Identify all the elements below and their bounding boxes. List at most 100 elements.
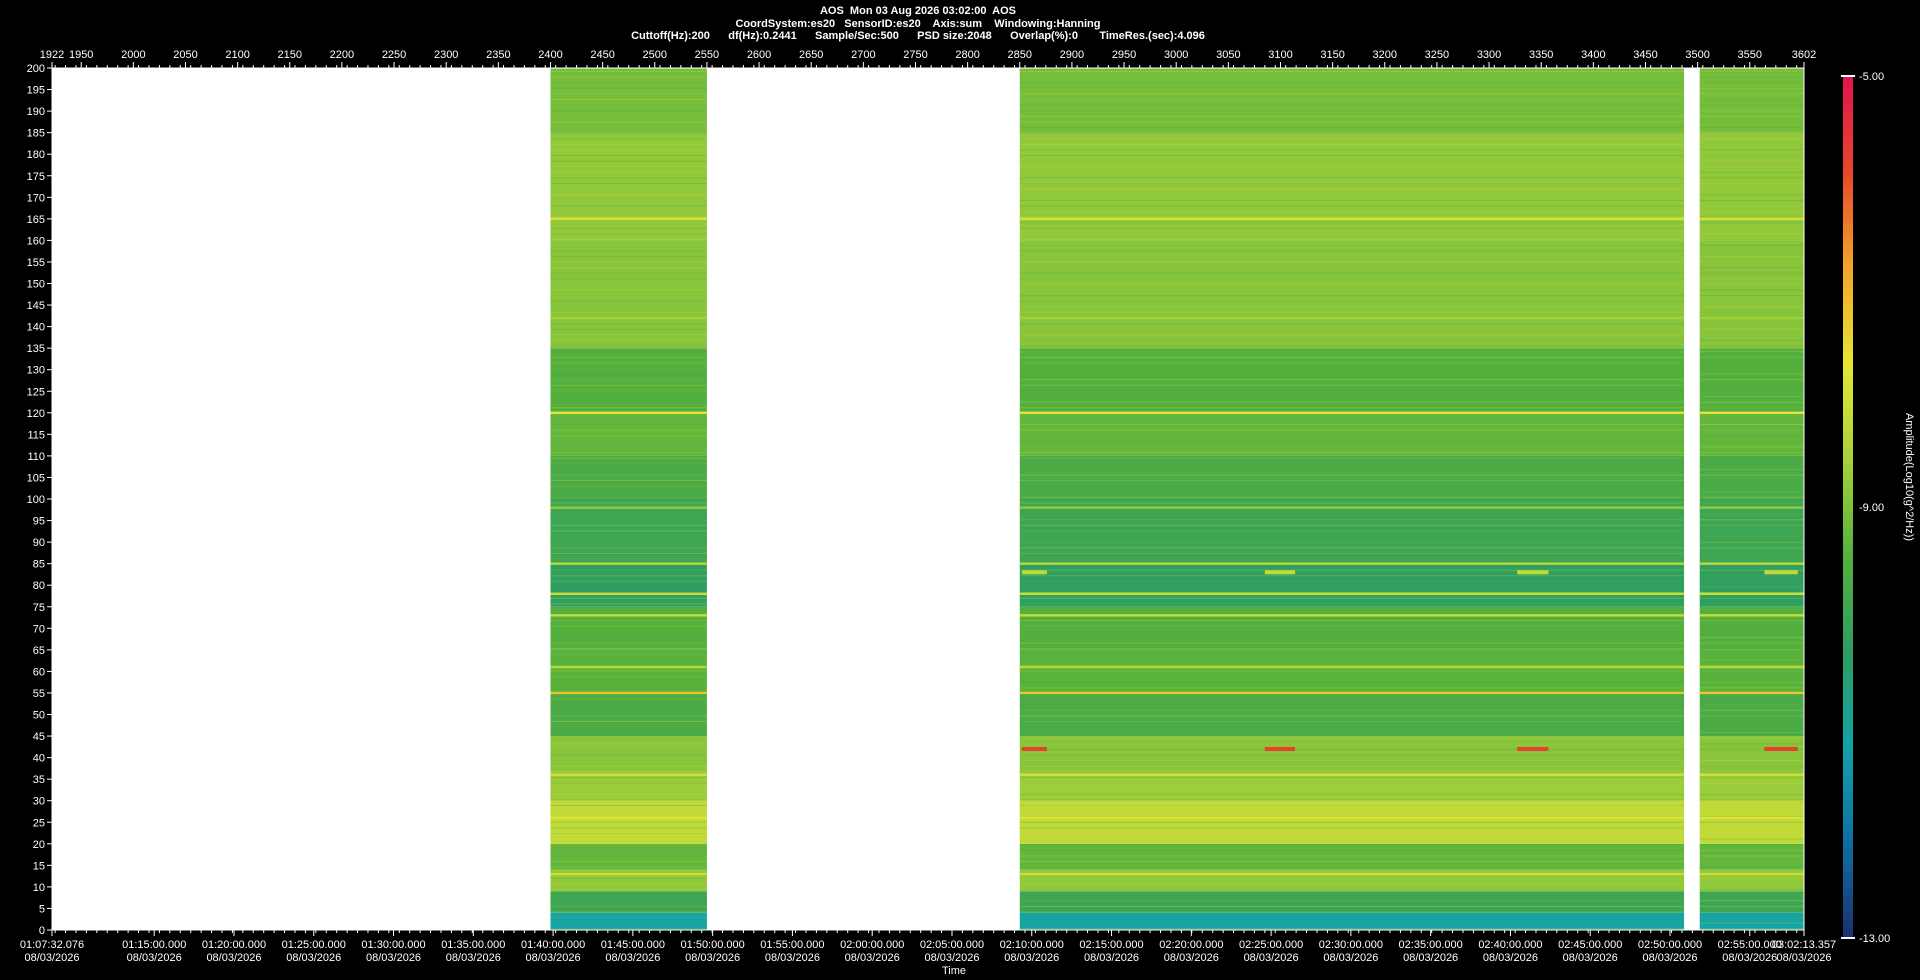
frequency-band <box>1019 891 1685 913</box>
frequency-band <box>550 68 707 133</box>
top-tick-label: 3050 <box>1216 49 1240 61</box>
data-segment <box>550 68 707 930</box>
time-tick-date: 08/03/2026 <box>1323 952 1378 964</box>
tonal-line <box>550 592 707 596</box>
colorbar: -5.00 -9.00 -13.00 Amplitude(Log10(g^2/Hz)) <box>1841 71 1915 945</box>
noise-stripe <box>1699 676 1804 678</box>
noise-stripe <box>1019 928 1685 930</box>
noise-stripe <box>1699 928 1804 930</box>
noise-stripe <box>1699 199 1804 201</box>
noise-stripe <box>1019 278 1685 280</box>
frequency-band <box>1699 68 1804 133</box>
noise-stripe <box>1699 541 1804 543</box>
noise-stripe <box>1019 861 1685 863</box>
noise-stripe <box>1019 782 1685 784</box>
tonal-line <box>550 411 707 414</box>
noise-stripe <box>1019 480 1685 482</box>
noise-stripe <box>1019 653 1685 655</box>
intermittent-event <box>1021 570 1047 575</box>
noise-stripe <box>1019 244 1685 246</box>
tonal-line <box>1019 411 1685 414</box>
tonal-line <box>1019 665 1685 669</box>
noise-stripe <box>550 452 707 454</box>
top-tick-label: 1950 <box>69 49 93 61</box>
noise-stripe <box>550 664 707 666</box>
noise-stripe <box>550 552 707 554</box>
frequency-band <box>1699 348 1804 413</box>
tonal-line <box>550 665 707 669</box>
noise-stripe <box>1699 339 1804 341</box>
noise-stripe <box>1019 311 1685 313</box>
noise-stripe <box>550 435 707 437</box>
top-tick-label: 2300 <box>434 49 458 61</box>
noise-stripe <box>1019 474 1685 476</box>
noise-stripe <box>550 793 707 795</box>
noise-stripe <box>550 485 707 487</box>
tonal-line <box>1019 691 1685 695</box>
y-tick-label: 125 <box>27 386 45 398</box>
noise-stripe <box>550 474 707 476</box>
noise-stripe <box>550 362 707 364</box>
y-tick-label: 150 <box>27 279 45 291</box>
noise-stripe <box>1019 452 1685 454</box>
noise-stripe <box>1019 664 1685 666</box>
time-tick-label: 01:20:00.000 <box>202 939 266 951</box>
noise-stripe <box>1019 726 1685 728</box>
noise-stripe <box>550 883 707 885</box>
y-tick-label: 50 <box>33 710 45 722</box>
noise-stripe <box>1699 530 1804 532</box>
time-tick-date: 08/03/2026 <box>765 952 820 964</box>
time-tick-date: 08/03/2026 <box>127 952 182 964</box>
time-tick-label: 01:40:00.000 <box>521 939 585 951</box>
noise-stripe <box>1019 160 1685 162</box>
tonal-line <box>1699 592 1804 596</box>
noise-stripe <box>1699 418 1804 420</box>
noise-stripe <box>1019 356 1685 358</box>
noise-stripe <box>550 328 707 330</box>
noise-stripe <box>1699 250 1804 252</box>
y-tick-label: 135 <box>27 343 45 355</box>
noise-stripe <box>1699 160 1804 162</box>
noise-stripe <box>550 227 707 229</box>
time-tick-label: 02:40:00.000 <box>1478 939 1542 951</box>
time-tick-date: 08/03/2026 <box>1084 952 1139 964</box>
noise-stripe <box>550 737 707 739</box>
noise-stripe <box>1699 171 1804 173</box>
tonal-line <box>1699 816 1804 820</box>
noise-stripe <box>1019 519 1685 521</box>
noise-stripe <box>1019 541 1685 543</box>
y-tick-label: 180 <box>27 149 45 161</box>
noise-stripe <box>550 82 707 84</box>
noise-stripe <box>1699 323 1804 325</box>
noise-stripe <box>550 132 707 134</box>
frequency-band <box>1699 455 1804 499</box>
noise-stripe <box>1019 407 1685 409</box>
x-axis-label: Time <box>942 965 966 977</box>
noise-stripe <box>550 580 707 582</box>
noise-stripe <box>1019 121 1685 123</box>
noise-stripe <box>1019 547 1685 549</box>
noise-stripe <box>550 339 707 341</box>
noise-stripe <box>550 889 707 891</box>
noise-stripe <box>550 541 707 543</box>
noise-stripe <box>550 603 707 605</box>
noise-stripe <box>1699 373 1804 375</box>
noise-stripe <box>550 625 707 627</box>
y-tick-label: 70 <box>33 623 45 635</box>
noise-stripe <box>1699 216 1804 218</box>
tonal-line <box>550 506 707 509</box>
time-tick-date: 08/03/2026 <box>1403 952 1458 964</box>
noise-stripe <box>1019 110 1685 112</box>
noise-stripe <box>1699 855 1804 857</box>
noise-stripe <box>550 922 707 924</box>
noise-stripe <box>1699 625 1804 627</box>
noise-stripe <box>1699 485 1804 487</box>
tonal-line <box>1019 562 1685 565</box>
noise-stripe <box>550 547 707 549</box>
y-tick-label: 145 <box>27 300 45 312</box>
noise-stripe <box>1699 345 1804 347</box>
noise-stripe <box>1699 681 1804 683</box>
noise-stripe <box>1699 76 1804 78</box>
time-tick-label: 01:25:00.000 <box>282 939 346 951</box>
noise-stripe <box>1699 720 1804 722</box>
